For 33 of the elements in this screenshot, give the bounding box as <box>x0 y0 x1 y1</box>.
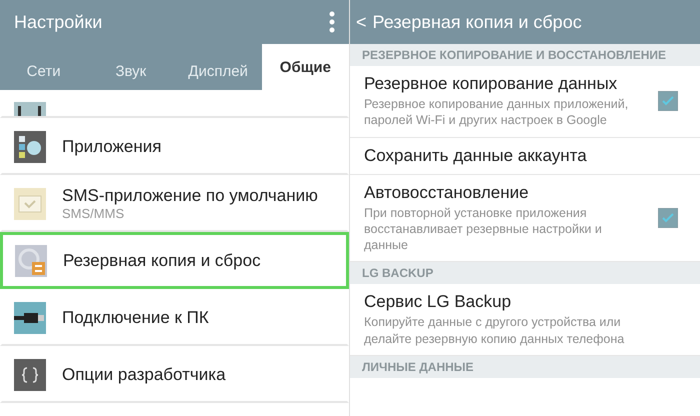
checkbox[interactable] <box>658 208 678 228</box>
item-subtitle: Резервное копирование данных приложений, паролей Wi-Fi и других настроек в Google <box>364 96 630 128</box>
settings-item[interactable]: SMS-приложение по умолчанию SMS/MMS <box>0 175 349 232</box>
item-title: Сохранить данные аккаунта <box>364 146 588 166</box>
item-title: Приложения <box>62 136 162 156</box>
settings-icon <box>14 102 46 116</box>
braces-icon <box>14 358 46 390</box>
section-header: ЛИЧНЫЕ ДАННЫЕ <box>350 356 700 378</box>
item-title: Автовосстановление <box>364 182 530 202</box>
screen-title: Резервная копия и сброс <box>372 12 582 32</box>
screen-title: Настройки <box>14 12 102 32</box>
item-title: SMS-приложение по умолчанию <box>62 186 318 206</box>
checkbox[interactable] <box>658 91 678 112</box>
backup-icon <box>15 244 47 276</box>
item-title: Резервная копия и сброс <box>63 250 261 270</box>
item-title: Подключение к ПК <box>62 308 209 328</box>
more-icon[interactable] <box>329 11 335 33</box>
section-header: LG BACKUP <box>350 262 700 284</box>
settings-item[interactable]: Опции разработчика <box>0 346 349 403</box>
item-subtitle: SMS/MMS <box>62 206 126 221</box>
item-title: Сервис LG Backup <box>364 292 512 312</box>
settings-item[interactable]: Подключение к ПК <box>0 289 349 346</box>
message-icon <box>14 188 46 220</box>
section-header: РЕЗЕРВНОЕ КОПИРОВАНИЕ И ВОССТАНОВЛЕНИЕ <box>350 44 700 66</box>
settings-item[interactable]: Приложения <box>0 118 349 175</box>
item-title: Резервное копирование данных <box>364 74 618 94</box>
item-subtitle: При повторной установке приложения восстанавливает резервные настройки и данные <box>364 204 603 254</box>
apps-icon <box>14 130 46 162</box>
item-subtitle: Копируйте данные с другого устройства или делайте резервную копию данных телефона <box>364 314 626 347</box>
settings-item[interactable]: Резервная копия и сброс <box>0 232 349 289</box>
tab[interactable]: Общие <box>262 44 349 90</box>
item-title: Опции разработчика <box>62 364 226 384</box>
cable-icon <box>14 302 46 334</box>
